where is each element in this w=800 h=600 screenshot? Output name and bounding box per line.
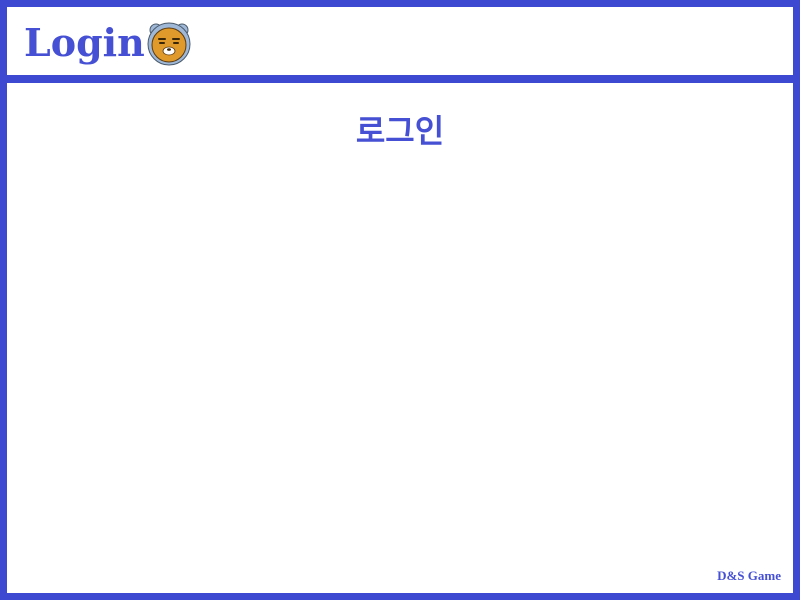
login-heading: 로그인: [355, 112, 445, 150]
bear-face-icon: [146, 19, 192, 67]
footer-brand: D&S Game: [717, 568, 781, 583]
page-title: Login: [24, 20, 145, 65]
app-frame: Login 로그인 D&S Game: [0, 0, 800, 600]
header-bar: Login: [7, 7, 793, 83]
